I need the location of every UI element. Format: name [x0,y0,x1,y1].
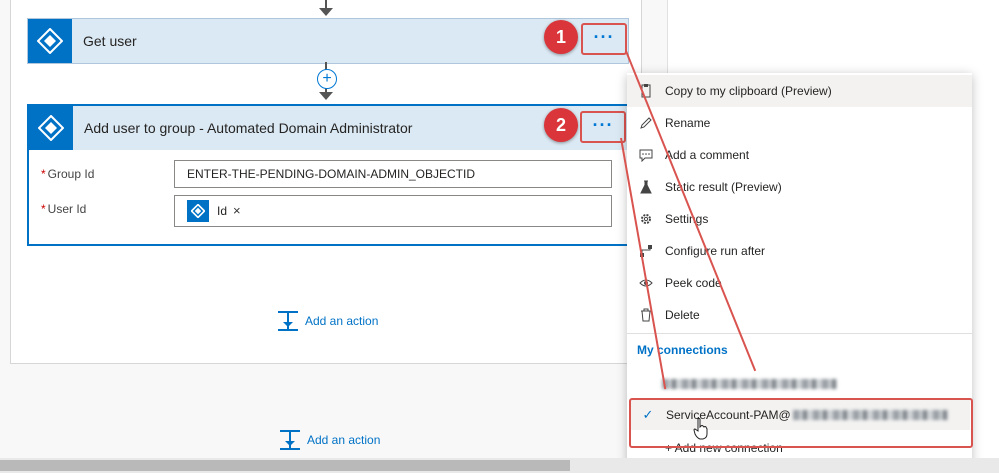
get-user-title: Get user [83,33,137,49]
add-action-inner[interactable]: Add an action [277,310,378,332]
azure-ad-icon [29,106,73,150]
menu-item-label: Configure run after [665,244,766,258]
menu-item-delete[interactable]: Delete [627,299,972,331]
add-action-icon [280,430,300,450]
menu-separator [627,333,972,334]
menu-item-label: Peek code [665,276,722,290]
pencil-icon [627,116,665,130]
group-id-input[interactable]: ENTER-THE-PENDING-DOMAIN-ADMIN_OBJECTID [174,160,612,188]
step-badge-1: 1 [544,20,578,54]
add-action-outer-label: Add an action [307,433,381,447]
clipboard-icon [627,84,665,98]
annotation-highlight-box [629,398,973,448]
azure-ad-icon [28,19,72,63]
menu-item-add-comment[interactable]: Add a comment [627,139,972,171]
add-action-inner-label: Add an action [305,314,379,328]
user-id-label-text: User Id [47,202,87,216]
required-mark: * [41,167,46,181]
required-mark: * [41,202,46,216]
user-id-label: * User Id [41,202,86,216]
step-badge-2: 2 [544,108,578,142]
get-user-more-button[interactable]: ··· [581,23,627,55]
add-user-card: Add user to group - Automated Domain Adm… [27,104,629,246]
get-user-header[interactable]: Get user [28,19,628,63]
menu-item-copy[interactable]: Copy to my clipboard (Preview) [627,75,972,107]
connector-arrowhead-top [319,8,333,16]
token-remove-icon[interactable]: × [233,198,241,224]
comment-icon [627,148,665,162]
menu-item-label: Settings [665,212,709,226]
token-label: Id [217,204,228,218]
add-action-outer[interactable]: Add an action [279,429,380,451]
redacted-connection-1[interactable] [662,379,837,389]
horizontal-scrollbar[interactable] [0,458,999,473]
get-user-card[interactable]: Get user [27,18,629,64]
menu-item-rename[interactable]: Rename [627,107,972,139]
group-id-label: * Group Id [41,167,94,181]
menu-item-label: Copy to my clipboard (Preview) [665,84,832,98]
flask-icon [627,180,665,194]
menu-item-peek-code[interactable]: Peek code [627,267,972,299]
menu-item-label: Add a comment [665,148,750,162]
group-id-label-text: Group Id [47,167,95,181]
add-user-header[interactable]: Add user to group - Automated Domain Adm… [29,106,627,150]
hand-cursor-icon [693,418,709,443]
trash-icon [627,308,665,322]
dynamic-content-token[interactable]: Id × [187,199,241,223]
scrollbar-thumb[interactable] [0,460,570,471]
connector-arrowhead-middle [319,92,333,100]
menu-item-label: Delete [665,308,700,322]
menu-item-static-result[interactable]: Static result (Preview) [627,171,972,203]
azure-ad-icon [187,200,209,222]
user-id-input[interactable]: Id × [174,195,612,227]
my-connections-header: My connections [637,343,728,357]
add-action-icon [278,311,298,331]
menu-item-label: Rename [665,116,711,130]
add-user-title: Add user to group - Automated Domain Adm… [84,120,413,136]
run-after-icon [627,244,665,258]
menu-item-configure-run-after[interactable]: Configure run after [627,235,972,267]
insert-step-button[interactable]: + [317,69,337,89]
menu-item-settings[interactable]: Settings [627,203,972,235]
